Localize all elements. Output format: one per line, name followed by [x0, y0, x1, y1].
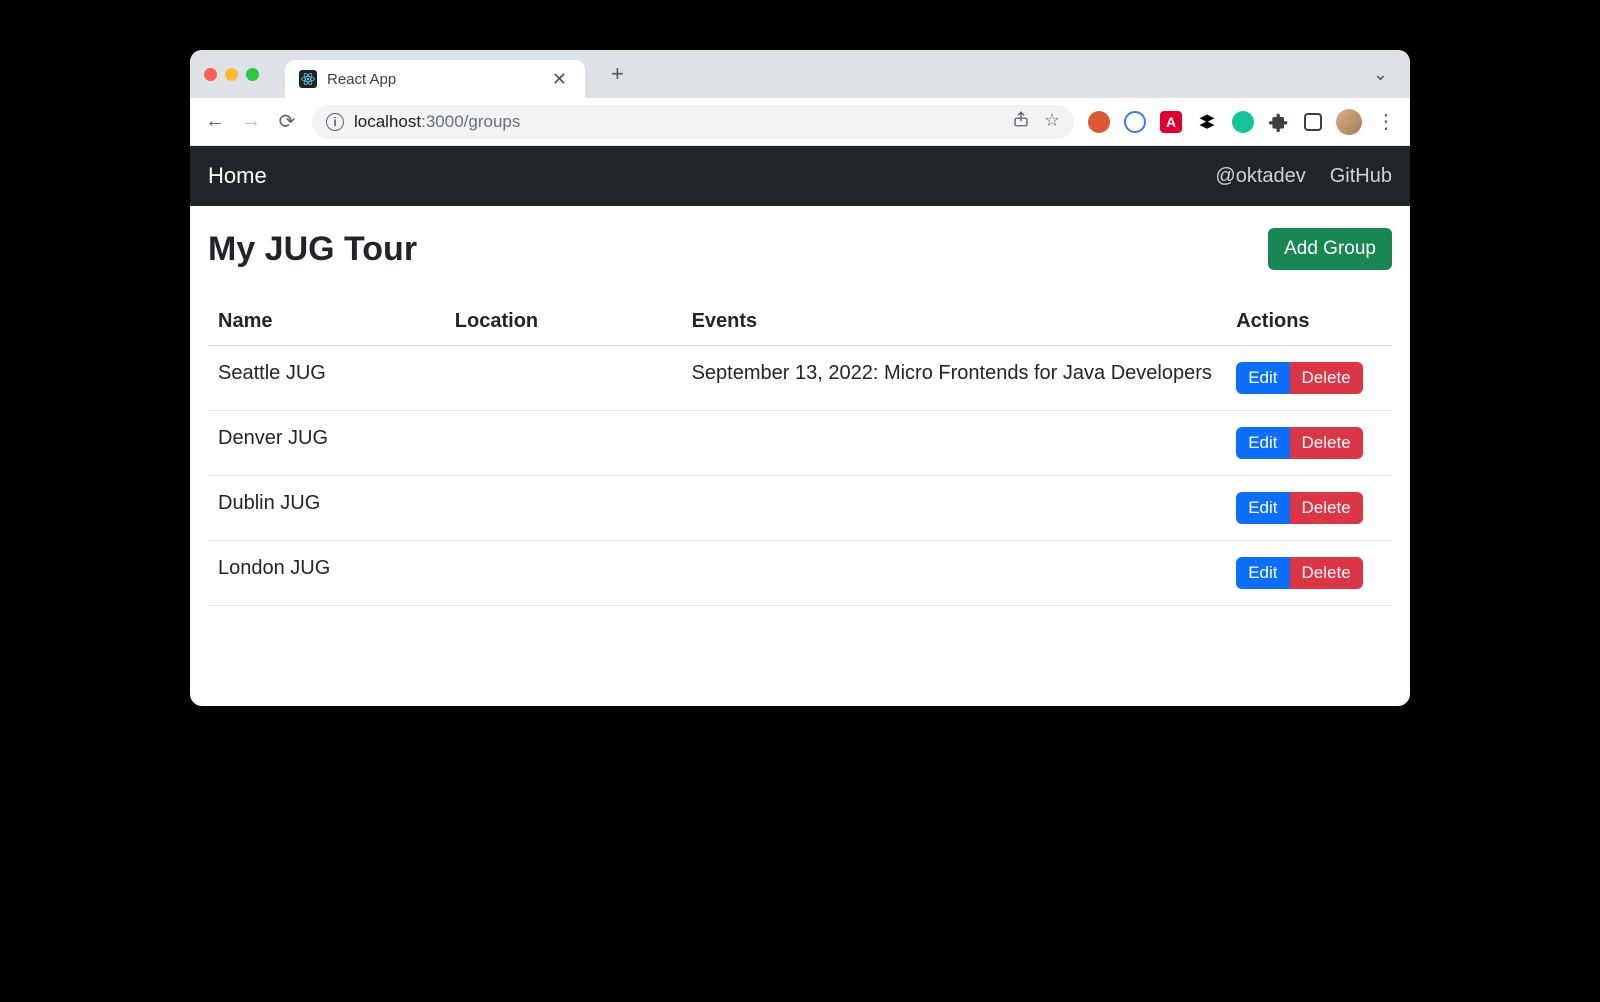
reader-mode-icon[interactable] [1304, 113, 1322, 131]
forward-icon[interactable]: → [240, 110, 262, 133]
browser-tab[interactable]: React App ✕ [285, 60, 585, 98]
edit-button[interactable]: Edit [1236, 557, 1289, 589]
page-title: My JUG Tour [208, 230, 1268, 269]
cell-name: Denver JUG [208, 411, 445, 476]
delete-button[interactable]: Delete [1290, 427, 1363, 459]
share-icon[interactable] [1012, 110, 1030, 133]
cell-name: Seattle JUG [208, 346, 445, 411]
app-navbar: Home @oktadev GitHub [190, 146, 1410, 206]
edit-button[interactable]: Edit [1236, 427, 1289, 459]
delete-button[interactable]: Delete [1290, 557, 1363, 589]
new-tab-icon[interactable]: + [611, 61, 624, 87]
cell-location [445, 476, 682, 541]
cell-location [445, 541, 682, 606]
edit-button[interactable]: Edit [1236, 492, 1289, 524]
cell-name: London JUG [208, 541, 445, 606]
edit-button[interactable]: Edit [1236, 362, 1289, 394]
table-row: Seattle JUG September 13, 2022: Micro Fro… [208, 346, 1392, 411]
cell-events [682, 476, 1227, 541]
page-header: My JUG Tour Add Group [208, 228, 1392, 270]
table-row: Dublin JUG EditDelete [208, 476, 1392, 541]
page-content: My JUG Tour Add Group Name Location Even… [190, 206, 1410, 706]
groups-table: Name Location Events Actions Seattle JUG… [208, 298, 1392, 606]
browser-window: React App ✕ + ⌄ ← → ⟳ i localhost:3000/g… [190, 50, 1410, 706]
nav-brand-link[interactable]: Home [208, 163, 267, 189]
address-bar[interactable]: i localhost:3000/groups ☆ [312, 105, 1074, 139]
cell-name: Dublin JUG [208, 476, 445, 541]
maximize-window-icon[interactable] [246, 68, 259, 81]
url-path: :3000/groups [421, 112, 520, 131]
cell-actions: EditDelete [1226, 476, 1392, 541]
grammarly-extension-icon[interactable] [1232, 111, 1254, 133]
extensions-puzzle-icon[interactable] [1268, 111, 1290, 133]
back-icon[interactable]: ← [204, 110, 226, 133]
browser-toolbar: ← → ⟳ i localhost:3000/groups ☆ A [190, 98, 1410, 146]
col-header-actions: Actions [1226, 298, 1392, 346]
react-favicon-icon [299, 70, 317, 88]
cell-location [445, 346, 682, 411]
star-icon[interactable]: ☆ [1044, 110, 1060, 133]
extension-circle-icon[interactable] [1124, 111, 1146, 133]
col-header-events: Events [682, 298, 1227, 346]
cell-actions: EditDelete [1226, 411, 1392, 476]
cell-events [682, 541, 1227, 606]
cell-events [682, 411, 1227, 476]
close-window-icon[interactable] [204, 68, 217, 81]
angular-extension-icon[interactable]: A [1160, 111, 1182, 133]
nav-link-github[interactable]: GitHub [1330, 165, 1392, 188]
table-row: London JUG EditDelete [208, 541, 1392, 606]
tabs-dropdown-icon[interactable]: ⌄ [1365, 64, 1396, 85]
reload-icon[interactable]: ⟳ [276, 109, 298, 134]
nav-link-oktadev[interactable]: @oktadev [1215, 165, 1305, 188]
extension-icons: A ⋮ [1088, 109, 1396, 135]
window-controls [204, 68, 259, 81]
add-group-button[interactable]: Add Group [1268, 228, 1392, 270]
table-row: Denver JUG EditDelete [208, 411, 1392, 476]
delete-button[interactable]: Delete [1290, 362, 1363, 394]
col-header-location: Location [445, 298, 682, 346]
cell-events: September 13, 2022: Micro Frontends for … [682, 346, 1227, 411]
cell-actions: EditDelete [1226, 541, 1392, 606]
browser-tabstrip: React App ✕ + ⌄ [190, 50, 1410, 98]
close-tab-icon[interactable]: ✕ [548, 69, 571, 90]
cell-actions: EditDelete [1226, 346, 1392, 411]
minimize-window-icon[interactable] [225, 68, 238, 81]
table-header-row: Name Location Events Actions [208, 298, 1392, 346]
cell-location [445, 411, 682, 476]
site-info-icon[interactable]: i [326, 113, 344, 131]
tab-title: React App [327, 71, 538, 88]
browser-menu-icon[interactable]: ⋮ [1376, 109, 1396, 134]
url-host: localhost [354, 112, 421, 131]
col-header-name: Name [208, 298, 445, 346]
url-text: localhost:3000/groups [354, 112, 520, 132]
buffer-extension-icon[interactable] [1196, 111, 1218, 133]
delete-button[interactable]: Delete [1290, 492, 1363, 524]
profile-avatar[interactable] [1336, 109, 1362, 135]
duckduckgo-extension-icon[interactable] [1088, 111, 1110, 133]
